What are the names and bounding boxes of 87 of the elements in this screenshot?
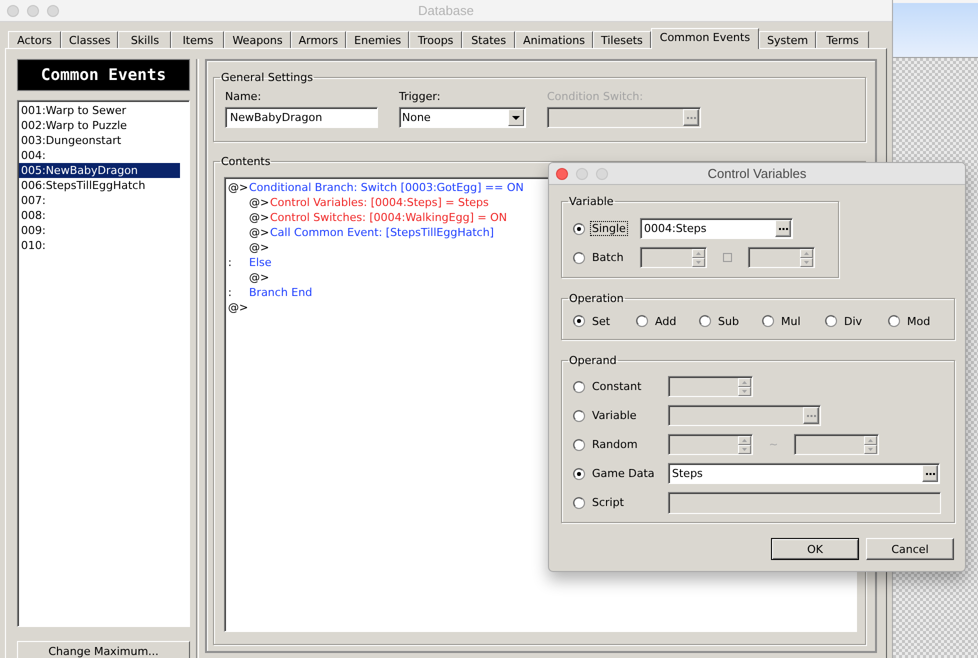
- event-list-item[interactable]: 008:: [19, 208, 180, 223]
- command-text[interactable]: Control Switches: [0004:WalkingEgg] = ON: [270, 210, 507, 225]
- tab[interactable]: States: [462, 31, 516, 48]
- browse-button[interactable]: [803, 407, 819, 424]
- number-field[interactable]: [748, 247, 815, 268]
- up-arrow-icon[interactable]: [800, 248, 813, 258]
- radio-button[interactable]: Sub: [699, 314, 762, 328]
- radio-button[interactable]: Mod: [888, 314, 951, 328]
- command-text[interactable]: Call Common Event: [StepsTillEggHatch]: [270, 225, 494, 240]
- tab[interactable]: Animations: [515, 31, 593, 48]
- radio-button[interactable]: Variable: [573, 408, 668, 423]
- group-title: Operation: [568, 292, 625, 305]
- picker-field[interactable]: Steps: [668, 463, 940, 484]
- line-marker: @>: [249, 195, 270, 210]
- tab[interactable]: Actors: [8, 31, 61, 48]
- line-marker: @>: [249, 210, 270, 225]
- up-arrow-icon[interactable]: [692, 248, 705, 258]
- picker-field[interactable]: 0004:Steps: [640, 218, 793, 239]
- number-field[interactable]: [794, 434, 879, 455]
- number-field[interactable]: [640, 247, 707, 268]
- line-marker: @>: [249, 225, 270, 240]
- number-field[interactable]: [668, 434, 753, 455]
- close-icon[interactable]: [556, 168, 568, 180]
- event-list-item[interactable]: 002:Warp to Puzzle: [19, 118, 180, 133]
- group-title: Operand: [568, 354, 618, 367]
- event-list-item[interactable]: 010:: [19, 238, 180, 253]
- change-maximum-button[interactable]: Change Maximum...: [17, 641, 190, 658]
- line-marker: @>: [249, 240, 270, 255]
- radio-button[interactable]: Game Data: [573, 466, 668, 481]
- field-label: Name:: [225, 90, 262, 103]
- tab[interactable]: Skills: [118, 31, 172, 48]
- line-marker: :: [228, 255, 232, 270]
- radio-button[interactable]: Div: [825, 314, 888, 328]
- picker-field[interactable]: [668, 405, 821, 426]
- window-title: Control Variables: [708, 166, 806, 182]
- command-text[interactable]: Branch End: [249, 285, 312, 300]
- browse-button[interactable]: [775, 220, 791, 237]
- event-list-item[interactable]: 009:: [19, 223, 180, 238]
- dialog-button[interactable]: OK: [771, 538, 859, 560]
- tab[interactable]: Troops: [409, 31, 462, 48]
- tab[interactable]: Classes: [61, 31, 118, 48]
- browse-button[interactable]: [922, 465, 938, 482]
- caret-down-icon: [508, 109, 524, 126]
- group-title: Contents: [220, 155, 272, 168]
- event-list-item[interactable]: 006:StepsTillEggHatch: [19, 178, 180, 193]
- command-text[interactable]: Conditional Branch: Switch [0003:GotEgg] == ON: [249, 180, 524, 195]
- tab[interactable]: Armors: [290, 31, 346, 48]
- radio-button[interactable]: Batch: [573, 250, 640, 265]
- tab[interactable]: Weapons: [224, 31, 291, 48]
- range-separator: ~: [768, 438, 778, 451]
- radio-button[interactable]: Constant: [573, 379, 668, 394]
- command-text[interactable]: Else: [249, 255, 272, 270]
- group-title: General Settings: [220, 71, 314, 84]
- list-header: Common Events: [17, 59, 190, 91]
- tab[interactable]: System: [759, 31, 816, 48]
- group-title: Variable: [568, 195, 615, 208]
- radio-button[interactable]: Add: [636, 314, 699, 328]
- script-field[interactable]: [668, 492, 941, 514]
- tab[interactable]: Common Events: [650, 28, 760, 49]
- name-field[interactable]: NewBabyDragon: [225, 107, 378, 128]
- tab[interactable]: Items: [171, 31, 224, 48]
- window-title: Database: [418, 2, 474, 18]
- line-marker: @>: [228, 180, 248, 195]
- number-field[interactable]: [668, 376, 753, 397]
- up-arrow-icon[interactable]: [738, 378, 751, 386]
- field-label: Trigger:: [399, 90, 442, 103]
- trigger-dropdown[interactable]: None: [399, 107, 526, 128]
- event-list-item[interactable]: 003:Dungeonstart: [19, 133, 180, 148]
- up-arrow-icon[interactable]: [738, 436, 751, 444]
- radio-button[interactable]: Random: [573, 437, 668, 452]
- radio-button[interactable]: Set: [573, 314, 636, 328]
- line-marker: @>: [228, 300, 248, 315]
- up-arrow-icon[interactable]: [864, 436, 877, 444]
- tab[interactable]: Tilesets: [592, 31, 651, 48]
- tab[interactable]: Terms: [816, 31, 870, 48]
- checkbox[interactable]: [723, 253, 732, 262]
- command-text[interactable]: Control Variables: [0004:Steps] = Steps: [270, 195, 489, 210]
- line-marker: @>: [249, 270, 270, 285]
- event-list-item[interactable]: 007:: [19, 193, 180, 208]
- radio-button[interactable]: Mul: [762, 314, 825, 328]
- dialog-button[interactable]: Cancel: [866, 538, 954, 560]
- radio-button[interactable]: Script: [573, 495, 668, 510]
- tab[interactable]: Enemies: [346, 31, 410, 48]
- event-list-item[interactable]: 004:: [19, 148, 180, 163]
- event-list-item[interactable]: 001:Warp to Sewer: [19, 103, 180, 118]
- event-list-item[interactable]: 005:NewBabyDragon: [19, 163, 180, 178]
- line-marker: :: [228, 285, 232, 300]
